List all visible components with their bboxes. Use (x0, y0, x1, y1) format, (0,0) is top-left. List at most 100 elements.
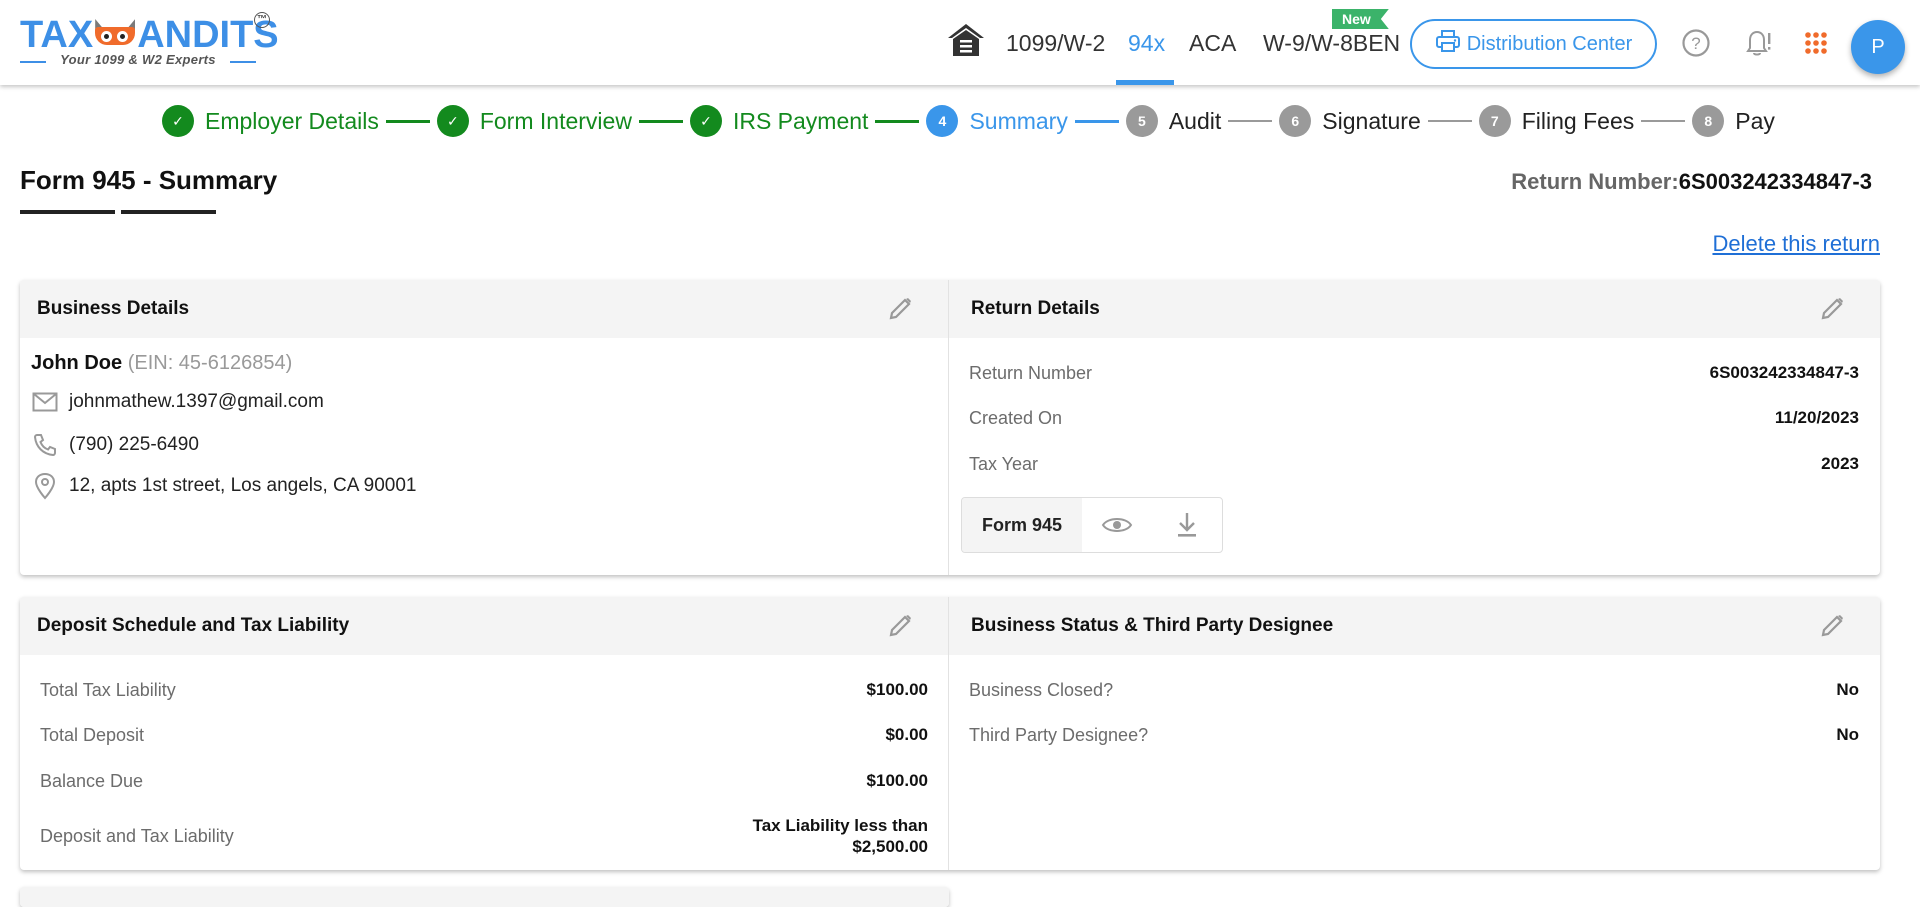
row-value-line1: Tax Liability less than (752, 816, 928, 835)
phone-text: (790) 225-6490 (69, 434, 199, 455)
check-icon: ✓ (436, 105, 469, 137)
step-summary[interactable]: 4 Summary (926, 105, 1068, 137)
nav-link-w9-w8ben[interactable]: W-9/W-8BEN (1263, 30, 1400, 57)
section-title: Return Details (971, 298, 1100, 319)
business-details-section: Business Details John Doe (EIN: 45-61268… (20, 280, 949, 575)
step-label: Signature (1322, 107, 1421, 134)
pencil-icon (889, 615, 911, 637)
edit-deposit-schedule-button[interactable] (886, 612, 914, 640)
row-value: $100.00 (866, 771, 928, 790)
step-label: Employer Details (205, 107, 379, 134)
business-name: John Doe (EIN: 45-6126854) (31, 352, 292, 375)
row-value: $0.00 (885, 725, 928, 744)
next-section-card-partial (20, 887, 949, 907)
address-text: 12, apts 1st street, Los angels, CA 9000… (69, 475, 417, 496)
return-number-row: Return Number 6S003242334847-3 (969, 363, 1859, 387)
deposit-and-tax-liability-row: Deposit and Tax Liability Tax Liability … (40, 815, 928, 859)
title-underline (20, 210, 115, 214)
logo-text-left: TAX (20, 14, 94, 56)
total-deposit-row: Total Deposit $0.00 (40, 725, 928, 749)
step-connector (1641, 120, 1686, 122)
row-value: $100.00 (866, 680, 928, 699)
step-label: Form Interview (479, 107, 632, 134)
section-title: Business Details (37, 298, 190, 319)
apps-grid-icon[interactable] (1799, 26, 1833, 60)
new-badge: New (1332, 9, 1389, 29)
home-icon[interactable] (946, 20, 986, 60)
top-navigation-bar: TAX ANDITS ™ Your 1099 & W2 Experts 1099/… (0, 0, 1920, 85)
location-pin-icon (31, 472, 59, 500)
svg-text:?: ? (1691, 34, 1700, 53)
distribution-center-button[interactable]: Distribution Center (1410, 19, 1657, 69)
user-avatar[interactable]: P (1851, 20, 1905, 74)
notification-bell-icon[interactable] (1741, 26, 1775, 60)
form-945-actions: Form 945 (961, 497, 1223, 553)
business-phone: (790) 225-6490 (31, 431, 199, 459)
row-label: Deposit and Tax Liability (40, 826, 234, 846)
preview-form-button[interactable] (1082, 498, 1152, 552)
created-on-row: Created On 11/20/2023 (969, 408, 1859, 432)
nav-link-94x[interactable]: 94x (1128, 30, 1165, 57)
step-number: 5 (1125, 105, 1158, 137)
business-address: 12, apts 1st street, Los angels, CA 9000… (31, 472, 417, 500)
third-party-designee-row: Third Party Designee? No (969, 725, 1859, 749)
row-label: Created On (969, 408, 1063, 428)
edit-business-details-button[interactable] (886, 295, 914, 323)
section-title: Business Status & Third Party Designee (971, 615, 1334, 636)
active-nav-indicator (1116, 80, 1174, 85)
logo-tagline: Your 1099 & W2 Experts (20, 52, 256, 67)
phone-icon (31, 431, 59, 459)
edit-return-details-button[interactable] (1818, 295, 1846, 323)
edit-business-status-button[interactable] (1818, 612, 1846, 640)
eye-icon (1101, 518, 1133, 532)
mail-icon (31, 388, 59, 416)
row-label: Tax Year (969, 454, 1039, 474)
page-title: Form 945 - Summary (20, 165, 278, 195)
download-form-button[interactable] (1152, 498, 1222, 552)
check-icon: ✓ (689, 105, 722, 137)
step-connector (875, 119, 920, 123)
business-email: johnmathew.1397@gmail.com (31, 388, 324, 416)
taxbandits-logo[interactable]: TAX ANDITS ™ Your 1099 & W2 Experts (20, 10, 280, 72)
row-label: Third Party Designee? (969, 725, 1149, 745)
row-label: Business Closed? (969, 680, 1114, 700)
step-form-interview[interactable]: ✓ Form Interview (436, 105, 632, 137)
return-details-section: Return Details Return Number 6S003242334… (949, 280, 1880, 575)
step-signature[interactable]: 6 Signature (1279, 105, 1421, 137)
nav-link-aca[interactable]: ACA (1189, 30, 1236, 57)
help-icon[interactable]: ? (1679, 26, 1713, 60)
section-header (20, 887, 949, 907)
row-value: Tax Liability less than $2,500.00 (753, 815, 928, 857)
business-name-text: John Doe (31, 352, 123, 374)
return-number-header: Return Number:6S003242334847-3 (1511, 169, 1872, 195)
section-header: Business Status & Third Party Designee (949, 597, 1880, 655)
tax-year-row: Tax Year 2023 (969, 454, 1859, 478)
progress-stepper: ✓ Employer Details ✓ Form Interview ✓ IR… (162, 104, 1775, 138)
step-filing-fees[interactable]: 7 Filing Fees (1478, 105, 1635, 137)
step-number: 6 (1279, 105, 1312, 137)
step-employer-details[interactable]: ✓ Employer Details (162, 105, 379, 137)
row-label: Total Tax Liability (40, 680, 176, 700)
pencil-icon (1821, 615, 1843, 637)
step-irs-payment[interactable]: ✓ IRS Payment (689, 105, 868, 137)
row-value-line2: $2,500.00 (852, 837, 928, 856)
row-value: 2023 (1821, 454, 1859, 473)
step-label: Summary (969, 107, 1068, 134)
email-text: johnmathew.1397@gmail.com (69, 391, 324, 412)
row-value: 6S003242334847-3 (1709, 363, 1859, 382)
step-audit[interactable]: 5 Audit (1125, 105, 1221, 137)
section-title: Deposit Schedule and Tax Liability (37, 615, 350, 636)
row-label: Balance Due (40, 771, 144, 791)
business-status-section: Business Status & Third Party Designee B… (949, 597, 1880, 870)
step-pay[interactable]: 8 Pay (1692, 105, 1775, 137)
details-card: Business Details John Doe (EIN: 45-61268… (20, 280, 1880, 575)
deposit-schedule-section: Deposit Schedule and Tax Liability Total… (20, 597, 949, 870)
section-header: Business Details (20, 280, 948, 338)
delete-return-link[interactable]: Delete this return (1712, 231, 1880, 257)
step-label: Filing Fees (1521, 107, 1635, 134)
nav-link-1099-w2[interactable]: 1099/W-2 (1006, 30, 1105, 57)
form-name: Form 945 (962, 498, 1082, 552)
title-underline (121, 210, 216, 214)
step-connector (1228, 120, 1273, 122)
pencil-icon (889, 298, 911, 320)
